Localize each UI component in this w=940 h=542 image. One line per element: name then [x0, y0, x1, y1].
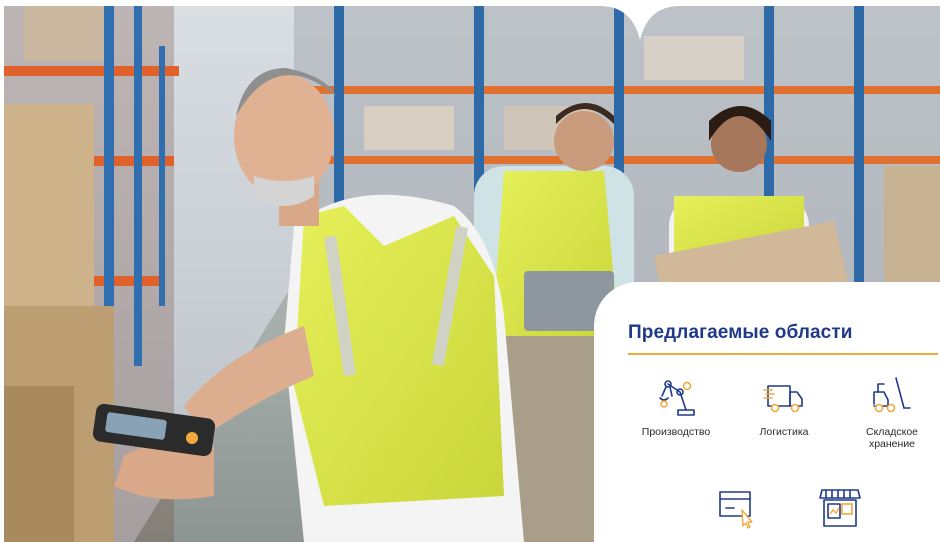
area-production-label: Производство [641, 426, 711, 438]
panel-title: Предлагаемые области [628, 322, 853, 343]
area-logistics-label: Логистика [759, 426, 809, 438]
area-warehousing[interactable]: Складское хранение [842, 374, 940, 450]
area-retail[interactable] [790, 486, 890, 530]
title-divider [628, 353, 938, 355]
area-logistics[interactable]: Логистика [734, 374, 834, 438]
ecommerce-box-cursor-icon [719, 491, 753, 529]
retail-store-icon [819, 489, 861, 527]
robot-arm-icon [659, 380, 695, 416]
area-warehousing-label: Складское хранение [865, 426, 919, 450]
area-production[interactable]: Производство [626, 374, 726, 438]
area-ecommerce[interactable] [688, 486, 788, 530]
forklift-icon [873, 377, 911, 413]
delivery-truck-icon [763, 385, 803, 413]
offered-areas-panel: Предлагаемые области Производство Логист… [594, 282, 940, 542]
